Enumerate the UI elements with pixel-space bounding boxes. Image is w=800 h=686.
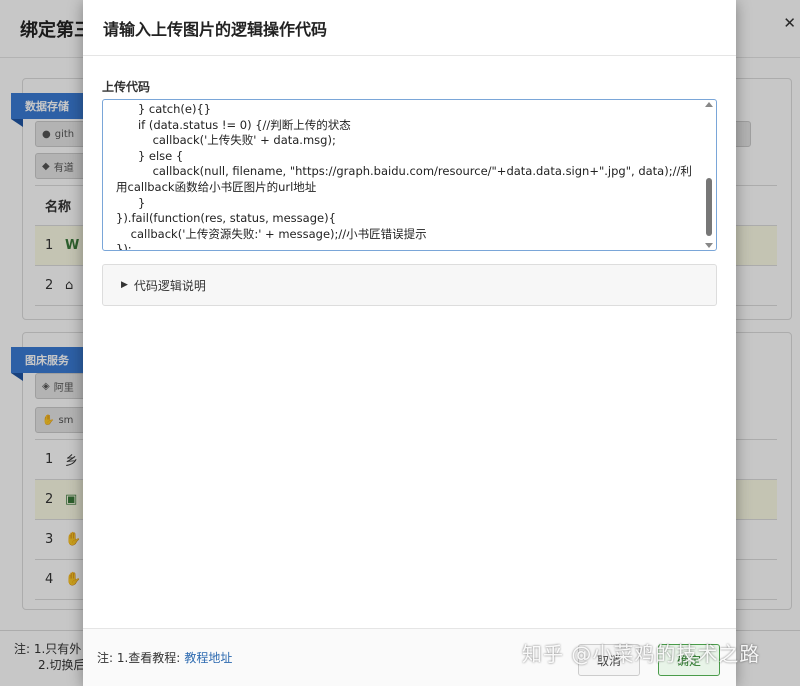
scroll-thumb[interactable] [706,178,712,236]
close-icon[interactable]: ✕ [783,14,796,32]
aliyun-icon: ◈ [42,380,50,392]
code-scrollbar[interactable] [704,102,714,248]
background-title: 绑定第三 [20,19,92,41]
upload-code-textarea[interactable]: } catch(e){} if (data.status != 0) {//判断… [102,99,717,251]
dialog-body: 上传代码 } catch(e){} if (data.status != 0) … [102,78,717,306]
dialog-title: 请输入上传图片的逻辑操作代码 [103,19,328,39]
watermark: 知乎 @小菜鸡的技术之路 [522,642,761,666]
upload-code-label: 上传代码 [102,80,151,94]
contact-card-icon: ▣ [65,492,78,507]
youdao-button[interactable]: ◆ 有道 [35,153,87,179]
github-button[interactable]: ● gith [35,121,87,147]
hand-icon: ✋ [42,414,55,426]
upload-code-dialog: 请输入上传图片的逻辑操作代码 上传代码 } catch(e){} if (dat… [83,0,736,686]
tutorial-link[interactable]: 教程地址 [184,649,232,666]
image-hosting-ribbon: 图床服务 [11,347,83,381]
scroll-up-icon[interactable] [705,102,713,107]
data-storage-ribbon: 数据存储 [11,93,83,127]
aliyun-button[interactable]: ◈ 阿里 [35,373,87,399]
storage-logo-icon: W [65,238,80,253]
service-logo-icon: 乡 [65,454,79,469]
code-content[interactable]: } catch(e){} if (data.status != 0) {//判断… [103,100,716,250]
dialog-header: 请输入上传图片的逻辑操作代码 [83,0,736,56]
disclosure-triangle-icon: ▶ [121,280,128,290]
hand-icon: ✋ [65,572,82,587]
hand-icon: ✋ [65,532,82,547]
details-summary: 代码逻辑说明 [133,278,206,293]
sm-button[interactable]: ✋ sm [35,407,87,433]
footer-note: 注: 1.查看教程: [97,651,181,665]
youdao-icon: ◆ [42,160,50,172]
code-logic-details[interactable]: ▶ 代码逻辑说明 [102,264,717,306]
github-icon: ● [42,128,51,140]
inbox-icon: ⌂ [65,278,74,293]
scroll-down-icon[interactable] [705,243,713,248]
